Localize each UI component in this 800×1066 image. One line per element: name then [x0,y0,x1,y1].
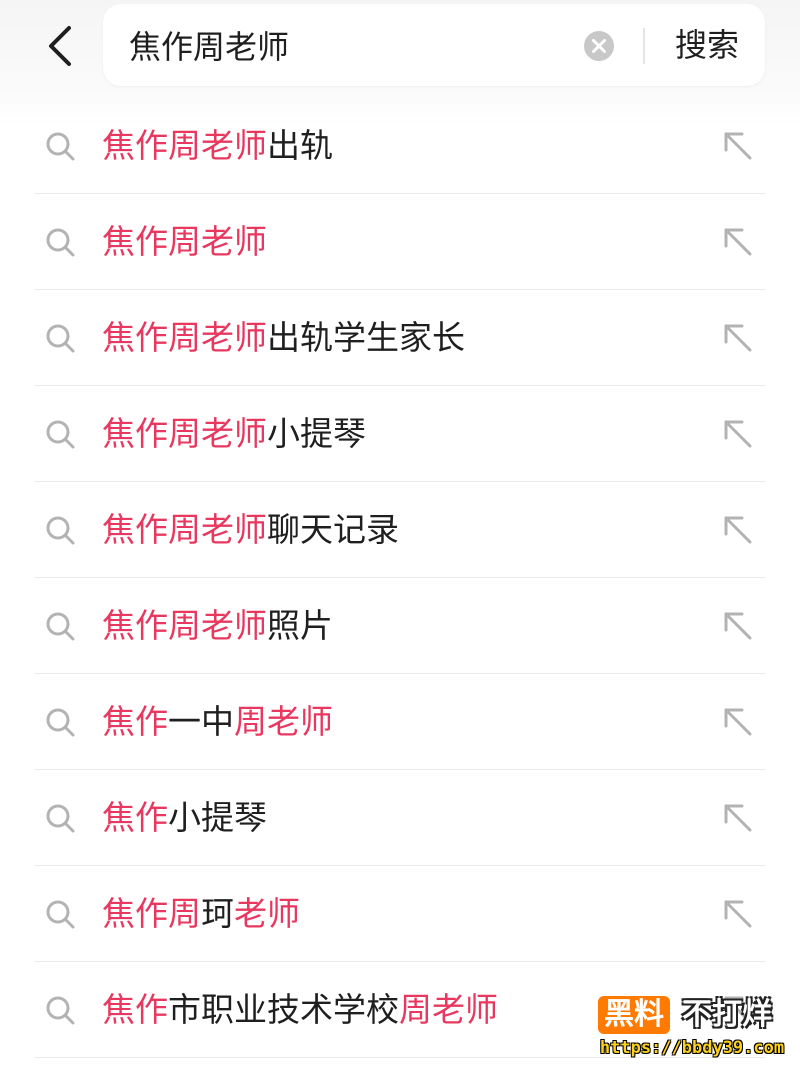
arrow-up-left-icon[interactable] [720,224,756,260]
arrow-up-left-icon[interactable] [720,416,756,452]
suggestion-text-part: 照片 [267,606,333,645]
highlighted-match: 焦作 [102,990,168,1029]
suggestion-text-part: 一中 [168,702,234,741]
suggestion-text: 焦作周老师出轨学生家长 [102,290,465,385]
search-icon [46,708,75,737]
suggestion-text: 焦作周老师 [102,194,267,289]
suggestion-text: 焦作周老师小提琴 [102,386,366,481]
arrow-up-left-icon[interactable] [720,608,756,644]
suggestion-text-part: 出轨 [267,126,333,165]
suggestion-item[interactable]: 焦作小提琴 [34,770,766,866]
suggestion-text-part: 出轨学生家长 [267,318,465,357]
suggestion-text-part: 小提琴 [168,798,267,837]
suggestion-text: 焦作小提琴 [102,770,267,865]
highlighted-match: 焦作周老师 [102,126,267,165]
search-box: 搜索 [103,4,765,86]
highlighted-match: 焦作周老师 [102,222,267,261]
suggestion-item[interactable]: 焦作周老师 [34,194,766,290]
highlighted-match: 焦作周老师 [102,606,267,645]
suggestion-text: 焦作周老师聊天记录 [102,482,399,577]
search-button[interactable]: 搜索 [659,4,755,86]
suggestion-item[interactable]: 焦作周老师照片 [34,578,766,674]
arrow-up-left-icon[interactable] [720,704,756,740]
search-icon [46,228,75,257]
highlighted-match: 焦作周老师 [102,510,267,549]
arrow-up-left-icon[interactable] [720,512,756,548]
highlighted-match: 焦作周 [102,894,201,933]
search-icon [46,324,75,353]
suggestion-text: 焦作周珂老师 [102,866,300,961]
highlighted-match: 周老师 [234,702,333,741]
search-icon [46,996,75,1025]
suggestion-item[interactable]: 焦作周老师聊天记录 [34,482,766,578]
suggestion-item[interactable]: 焦作周老师出轨学生家长 [34,290,766,386]
suggestion-item[interactable]: 焦作周老师出轨 [34,98,766,194]
clear-circle-icon [584,31,614,61]
search-divider [643,28,645,64]
search-icon [46,420,75,449]
highlighted-match: 焦作周老师 [102,414,267,453]
highlighted-match: 焦作 [102,702,168,741]
suggestion-text: 焦作周老师照片 [102,578,333,673]
watermark: 黑料 不打烊 https://bbdy39.com [594,990,790,1062]
highlighted-match: 焦作周老师 [102,318,267,357]
arrow-up-left-icon[interactable] [720,320,756,356]
search-icon [46,612,75,641]
suggestion-list: 焦作周老师出轨 焦作周老师 焦作周老师出轨学生家长 焦作周老师小提琴 焦作周老师聊天记录… [34,98,766,1058]
watermark-text: 不打烊 [682,997,772,1032]
suggestion-item[interactable]: 焦作一中周老师 [34,674,766,770]
highlighted-match: 周老师 [399,990,498,1029]
suggestion-item[interactable]: 焦作周老师小提琴 [34,386,766,482]
highlighted-match: 老师 [234,894,300,933]
back-button[interactable] [30,14,90,78]
search-icon [46,132,75,161]
highlighted-match: 焦作 [102,798,168,837]
suggestion-text-part: 珂 [201,894,234,933]
watermark-url: https://bbdy39.com [599,1038,785,1058]
suggestion-text-part: 小提琴 [267,414,366,453]
arrow-up-left-icon[interactable] [720,896,756,932]
clear-button[interactable] [583,30,615,62]
search-input[interactable] [129,4,569,86]
chevron-left-icon [49,26,71,66]
search-icon [46,804,75,833]
search-icon [46,900,75,929]
suggestion-text: 焦作周老师出轨 [102,98,333,193]
suggestion-text-part: 市职业技术学校 [168,990,399,1029]
suggestion-text: 焦作一中周老师 [102,674,333,769]
suggestion-item[interactable]: 焦作周珂老师 [34,866,766,962]
arrow-up-left-icon[interactable] [720,800,756,836]
watermark-badge: 黑料 [598,996,670,1034]
search-icon [46,516,75,545]
suggestion-text: 焦作市职业技术学校周老师 [102,962,498,1057]
arrow-up-left-icon[interactable] [720,128,756,164]
suggestion-text-part: 聊天记录 [267,510,399,549]
